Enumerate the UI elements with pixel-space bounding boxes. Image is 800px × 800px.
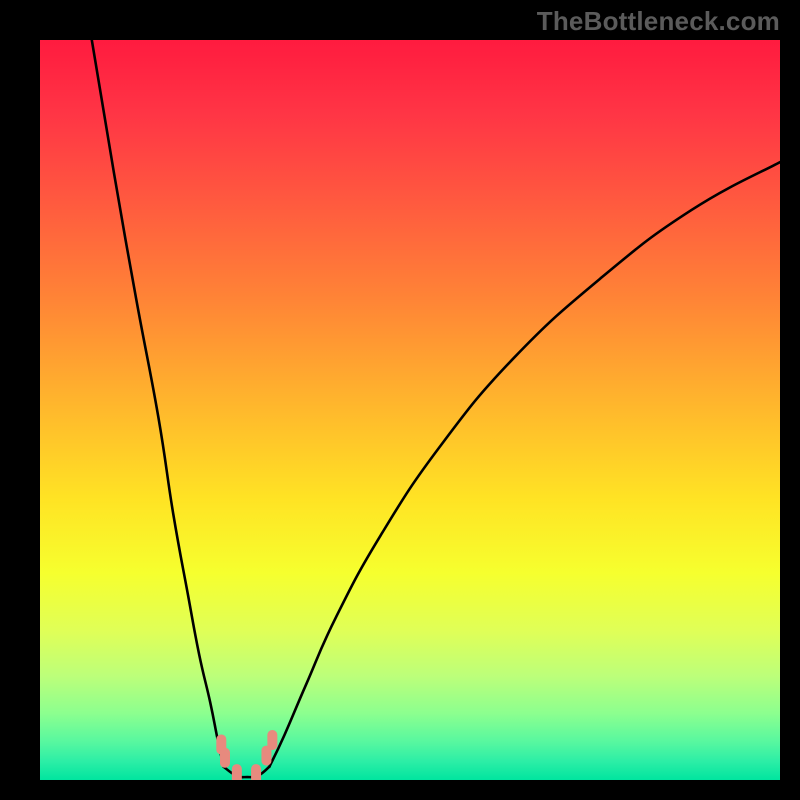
chart-svg <box>40 40 780 780</box>
watermark-text: TheBottleneck.com <box>537 6 780 37</box>
image-frame: TheBottleneck.com <box>0 0 800 800</box>
marker-right-cluster-top <box>267 730 277 750</box>
marker-left-cluster-mid <box>220 748 230 768</box>
series-group <box>92 40 780 777</box>
series-left-branch <box>92 40 224 767</box>
marker-bottom-right <box>251 764 261 780</box>
series-valley <box>224 767 270 777</box>
marker-group <box>216 730 277 780</box>
marker-bottom-left <box>232 764 242 780</box>
plot-area <box>40 40 780 780</box>
series-right-branch <box>269 162 780 767</box>
